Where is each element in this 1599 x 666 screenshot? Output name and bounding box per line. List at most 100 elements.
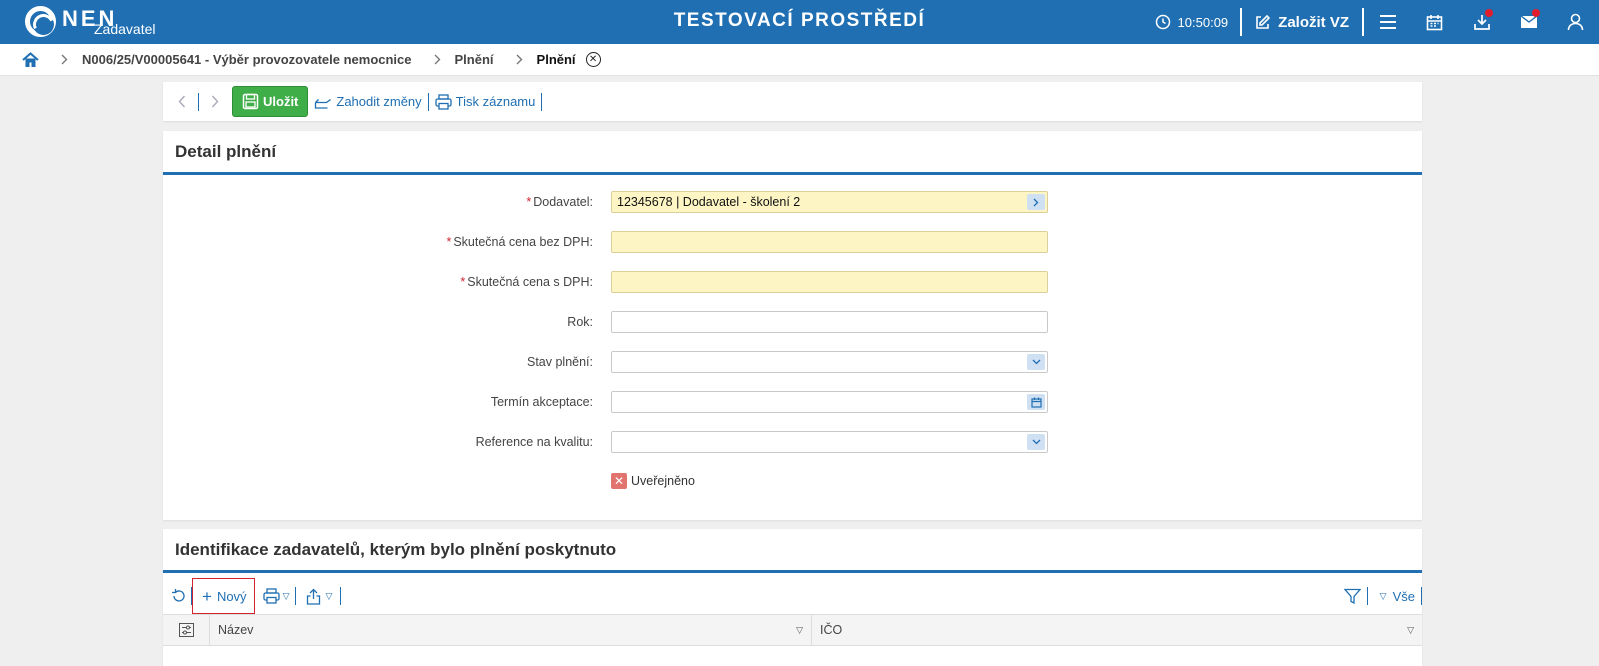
form-row-price-no-vat: * Skutečná cena bez DPH: (163, 231, 1422, 253)
mail-button[interactable] (1505, 0, 1552, 44)
chevron-down-icon (1032, 439, 1040, 445)
save-button[interactable]: Uložit (232, 86, 309, 117)
close-tab-icon[interactable]: ✕ (585, 52, 601, 67)
refresh-button[interactable] (163, 578, 191, 614)
calendar-button[interactable] (1411, 0, 1458, 44)
quality-dropdown-button[interactable] (1027, 434, 1045, 450)
quality-ref-select[interactable] (611, 431, 1048, 453)
dropdown-triangle-icon: ▽ (1379, 590, 1387, 601)
year-label: Rok: (567, 315, 593, 329)
view-all-label: Vše (1392, 588, 1415, 604)
section-title: Identifikace zadavatelů, kterým bylo pln… (163, 529, 1422, 573)
required-marker: * (526, 195, 532, 209)
save-label: Uložit (263, 94, 299, 109)
form-row-supplier: * Dodavatel: 12345678 | Dodavatel - škole… (163, 191, 1422, 213)
print-table-button[interactable]: ▽ (255, 578, 296, 614)
supplier-field[interactable]: 12345678 | Dodavatel - školení 2 (611, 191, 1048, 213)
status-label: Stav plnění: (526, 355, 593, 369)
column-filter-icon[interactable]: ▽ (796, 625, 803, 636)
chevron-right-icon (1033, 198, 1039, 206)
form-row-price-vat: * Skutečná cena s DPH: (163, 271, 1422, 293)
year-input[interactable] (611, 311, 1048, 333)
create-vz-label: Založit VZ (1278, 13, 1349, 31)
download-button[interactable] (1458, 0, 1505, 44)
print-record-button[interactable]: Tisk záznamu (429, 93, 542, 110)
column-ico-label: IČO (820, 623, 843, 637)
detail-panel: Detail plnění * Dodavatel: 12345678 | Dod… (163, 131, 1422, 520)
acceptance-date-input[interactable] (611, 391, 1048, 413)
mail-icon (1520, 15, 1537, 28)
new-label: Nový (216, 588, 247, 604)
dropdown-triangle-icon: ▽ (325, 590, 333, 601)
breadcrumb-item-fulfilments[interactable]: Plnění (455, 52, 494, 67)
menu-icon (1379, 15, 1396, 29)
download-badge (1485, 9, 1493, 17)
edit-icon (1256, 14, 1271, 29)
date-picker-button[interactable] (1027, 394, 1045, 410)
view-all-button[interactable]: ▽ Vše (1368, 578, 1421, 614)
published-checkbox[interactable]: ✕ Uveřejněno (611, 473, 695, 489)
column-header-ico[interactable]: IČO ▽ (812, 615, 1422, 645)
sliders-icon (178, 623, 194, 637)
column-settings-button[interactable] (163, 615, 210, 645)
user-icon (1567, 13, 1584, 31)
column-filter-icon[interactable]: ▽ (1407, 625, 1414, 636)
home-button[interactable] (22, 51, 39, 68)
floppy-icon (242, 93, 259, 110)
column-name-label: Název (218, 623, 254, 637)
menu-button[interactable] (1364, 0, 1411, 44)
open-supplier-button[interactable] (1027, 194, 1045, 210)
breadcrumb-item-procurement[interactable]: N006/25/V00005641 - Výběr provozovatele … (82, 52, 412, 67)
discard-label: Zahodit změny (336, 94, 422, 109)
status-select[interactable] (611, 351, 1048, 373)
supplier-value: 12345678 | Dodavatel - školení 2 (617, 195, 801, 209)
required-marker: * (446, 235, 452, 249)
chevron-left-icon (178, 95, 186, 108)
printer-icon (262, 588, 280, 604)
print-label: Tisk záznamu (455, 94, 536, 109)
breadcrumb-item-current: Plnění (536, 52, 576, 67)
form-row-status: Stav plnění: (163, 351, 1422, 373)
chevron-right-icon (211, 95, 219, 108)
mail-badge (1532, 9, 1540, 17)
clock-icon (1155, 14, 1170, 30)
top-bar: NEN Zadavatel TESTOVACÍ PROSTŘEDÍ 10:50:… (0, 0, 1599, 44)
price-no-vat-input[interactable] (611, 231, 1048, 253)
chevron-right-icon (434, 54, 441, 65)
form-row-acceptance: Termín akceptace: (163, 391, 1422, 413)
filter-button[interactable] (1338, 578, 1367, 614)
clock-time: 10:50:09 (1177, 14, 1229, 30)
discard-changes-button[interactable]: Zahodit změny (308, 94, 427, 109)
quality-ref-label: Reference na kvalitu: (475, 435, 593, 449)
price-vat-input[interactable] (611, 271, 1048, 293)
export-button[interactable]: ▽ (296, 578, 340, 614)
supplier-label: Dodavatel: (533, 195, 593, 209)
logo-icon (25, 6, 56, 37)
logo-subtitle: Zadavatel (94, 21, 156, 37)
new-row-button[interactable]: + Nový (192, 578, 255, 614)
breadcrumb: N006/25/V00005641 - Výběr provozovatele … (0, 44, 1599, 76)
plus-icon: + (202, 586, 212, 606)
chevron-right-icon (516, 54, 523, 65)
create-vz-button[interactable]: Založit VZ (1242, 14, 1362, 31)
home-icon (22, 51, 39, 67)
price-no-vat-label: Skutečná cena bez DPH: (453, 235, 593, 249)
previous-record-button[interactable] (171, 95, 193, 108)
printer-icon (435, 93, 452, 110)
record-toolbar: Uložit Zahodit změny Tisk záznamu (163, 82, 1422, 121)
status-dropdown-button[interactable] (1027, 354, 1045, 370)
form-row-quality: Reference na kvalitu: (163, 431, 1422, 453)
user-button[interactable] (1552, 0, 1599, 44)
required-marker: * (460, 275, 466, 289)
dropdown-triangle-icon: ▽ (282, 590, 290, 601)
next-record-button[interactable] (204, 95, 226, 108)
chevron-down-icon (1032, 359, 1040, 365)
column-header-name[interactable]: Název ▽ (210, 615, 812, 645)
refresh-icon (172, 589, 185, 602)
filter-icon (1343, 588, 1361, 604)
undo-icon (315, 98, 332, 109)
published-label: Uveřejněno (631, 474, 695, 488)
chevron-right-icon (61, 54, 68, 65)
unchecked-x-icon: ✕ (611, 473, 627, 489)
calendar-icon (1030, 397, 1042, 408)
